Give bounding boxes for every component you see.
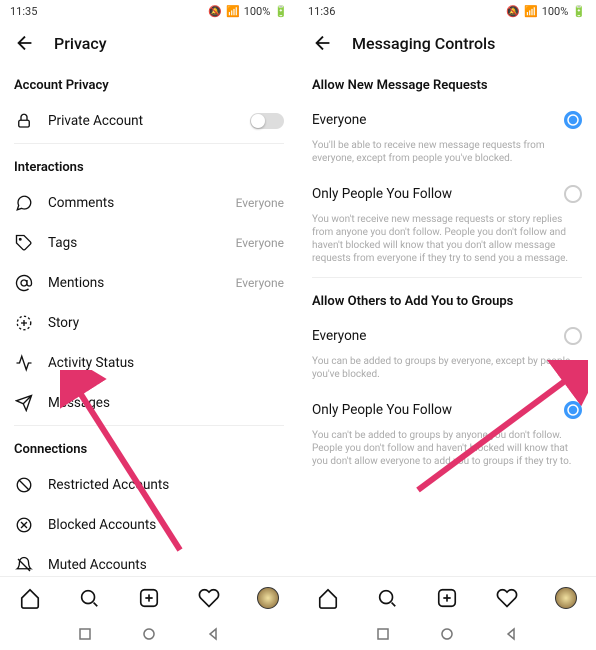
- battery-icon: 🔋: [274, 5, 288, 18]
- privacy-content: Account Privacy Private Account Interact…: [0, 64, 298, 576]
- comments-row[interactable]: Comments Everyone: [14, 183, 284, 223]
- wifi-icon: 📶: [226, 5, 240, 18]
- groups-everyone-row[interactable]: Everyone: [312, 317, 582, 355]
- radio-unchecked-icon[interactable]: [564, 327, 582, 345]
- muted-row[interactable]: Muted Accounts: [14, 545, 284, 576]
- messages-label: Messages: [48, 395, 284, 411]
- header: Messaging Controls: [298, 22, 596, 64]
- blocked-row[interactable]: Blocked Accounts: [14, 505, 284, 545]
- bottom-nav: [0, 576, 298, 618]
- status-indicators: 🔕 📶 100% 🔋: [208, 5, 288, 18]
- bottom-nav: [298, 576, 596, 618]
- plus-circle-icon: [14, 313, 34, 333]
- private-account-row[interactable]: Private Account: [14, 101, 284, 141]
- add-post-icon[interactable]: [436, 587, 458, 609]
- private-account-label: Private Account: [48, 113, 236, 129]
- search-icon[interactable]: [376, 587, 398, 609]
- battery-text: 100%: [244, 5, 271, 18]
- battery-text: 100%: [542, 5, 569, 18]
- requests-follow-label: Only People You Follow: [312, 186, 550, 202]
- send-icon: [14, 393, 34, 413]
- restricted-icon: [14, 475, 34, 495]
- comments-label: Comments: [48, 195, 222, 211]
- at-icon: [14, 273, 34, 293]
- story-row[interactable]: Story: [14, 303, 284, 343]
- groups-follow-desc: You can't be added to groups by anyone y…: [312, 429, 582, 478]
- mentions-value: Everyone: [236, 276, 284, 290]
- requests-everyone-desc: You'll be able to receive new message re…: [312, 139, 582, 175]
- home-button-icon[interactable]: [440, 627, 454, 641]
- back-button-icon[interactable]: [504, 627, 518, 641]
- messages-row[interactable]: Messages: [14, 383, 284, 423]
- tags-value: Everyone: [236, 236, 284, 250]
- mute-icon: 🔕: [208, 5, 222, 18]
- muted-label: Muted Accounts: [48, 557, 284, 573]
- back-icon[interactable]: [14, 32, 36, 54]
- requests-follow-row[interactable]: Only People You Follow: [312, 175, 582, 213]
- requests-everyone-label: Everyone: [312, 112, 550, 128]
- tags-label: Tags: [48, 235, 222, 251]
- search-icon[interactable]: [78, 587, 100, 609]
- home-button-icon[interactable]: [142, 627, 156, 641]
- add-post-icon[interactable]: [138, 587, 160, 609]
- requests-everyone-row[interactable]: Everyone: [312, 101, 582, 139]
- tag-icon: [14, 233, 34, 253]
- section-interactions: Interactions: [14, 146, 284, 183]
- recent-apps-icon[interactable]: [376, 627, 390, 641]
- groups-everyone-desc: You can be added to groups by everyone, …: [312, 355, 582, 391]
- groups-follow-row[interactable]: Only People You Follow: [312, 391, 582, 429]
- blocked-label: Blocked Accounts: [48, 517, 284, 533]
- back-button-icon[interactable]: [206, 627, 220, 641]
- private-account-toggle[interactable]: [250, 113, 284, 129]
- muted-icon: [14, 555, 34, 575]
- activity-row[interactable]: Activity Status: [14, 343, 284, 383]
- activity-icon: [14, 353, 34, 373]
- lock-icon: [14, 111, 34, 131]
- system-nav: [0, 618, 298, 650]
- section-account-privacy: Account Privacy: [14, 64, 284, 101]
- mentions-label: Mentions: [48, 275, 222, 291]
- radio-checked-icon[interactable]: [564, 111, 582, 129]
- restricted-row[interactable]: Restricted Accounts: [14, 465, 284, 505]
- system-nav: [298, 618, 596, 650]
- status-bar: 11:35 🔕 📶 100% 🔋: [0, 0, 298, 22]
- radio-unchecked-icon[interactable]: [564, 185, 582, 203]
- requests-follow-desc: You won't receive new message requests o…: [312, 213, 582, 275]
- mute-icon: 🔕: [506, 5, 520, 18]
- activity-label: Activity Status: [48, 355, 284, 371]
- profile-icon[interactable]: [257, 587, 279, 609]
- heart-icon[interactable]: [496, 587, 518, 609]
- home-icon[interactable]: [317, 587, 339, 609]
- left-screen: 11:35 🔕 📶 100% 🔋 Privacy Account Privacy…: [0, 0, 298, 650]
- comments-value: Everyone: [236, 196, 284, 210]
- heart-icon[interactable]: [198, 587, 220, 609]
- back-icon[interactable]: [312, 32, 334, 54]
- status-time: 11:36: [308, 5, 335, 18]
- comment-icon: [14, 193, 34, 213]
- status-bar: 11:36 🔕 📶 100% 🔋: [298, 0, 596, 22]
- section-groups: Allow Others to Add You to Groups: [312, 280, 582, 317]
- home-icon[interactable]: [19, 587, 41, 609]
- profile-icon[interactable]: [555, 587, 577, 609]
- section-connections: Connections: [14, 428, 284, 465]
- right-screen: 11:36 🔕 📶 100% 🔋 Messaging Controls Allo…: [298, 0, 596, 650]
- status-indicators: 🔕 📶 100% 🔋: [506, 5, 586, 18]
- groups-follow-label: Only People You Follow: [312, 402, 550, 418]
- radio-checked-icon[interactable]: [564, 401, 582, 419]
- status-time: 11:35: [10, 5, 37, 18]
- mentions-row[interactable]: Mentions Everyone: [14, 263, 284, 303]
- recent-apps-icon[interactable]: [78, 627, 92, 641]
- blocked-icon: [14, 515, 34, 535]
- groups-everyone-label: Everyone: [312, 328, 550, 344]
- tags-row[interactable]: Tags Everyone: [14, 223, 284, 263]
- restricted-label: Restricted Accounts: [48, 477, 284, 493]
- story-label: Story: [48, 315, 284, 331]
- header-title: Messaging Controls: [352, 34, 495, 53]
- header: Privacy: [0, 22, 298, 64]
- battery-icon: 🔋: [572, 5, 586, 18]
- header-title: Privacy: [54, 34, 107, 53]
- messaging-content: Allow New Message Requests Everyone You'…: [298, 64, 596, 576]
- wifi-icon: 📶: [524, 5, 538, 18]
- section-requests: Allow New Message Requests: [312, 64, 582, 101]
